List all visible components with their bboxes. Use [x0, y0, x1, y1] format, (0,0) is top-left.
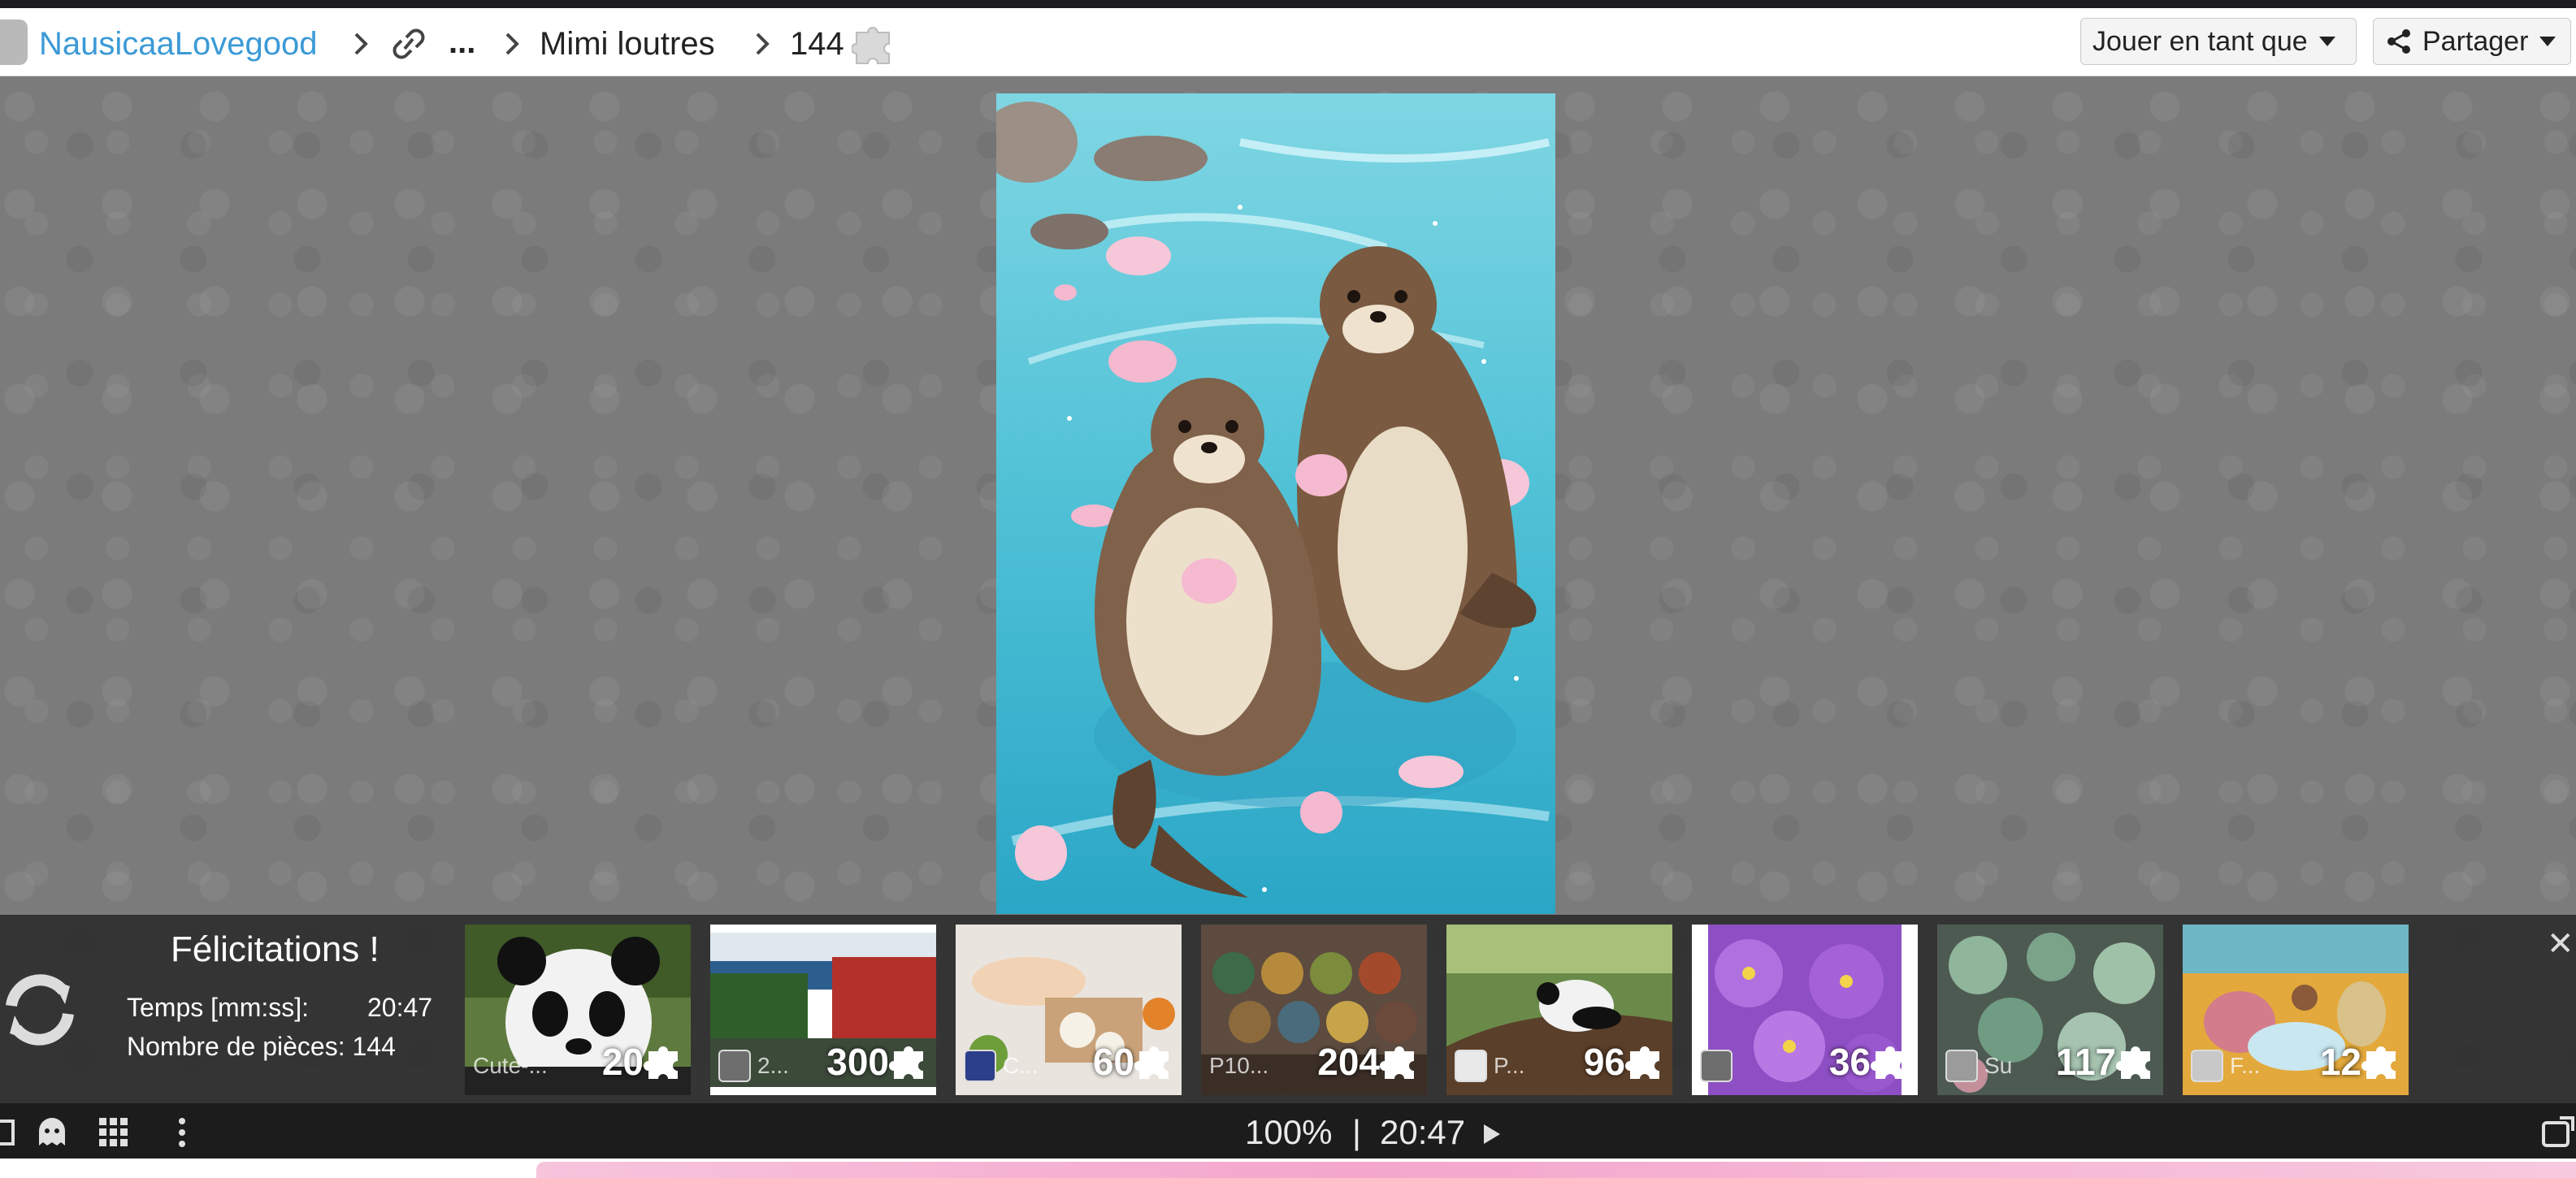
puzzle-piece-icon: [1871, 1046, 1905, 1079]
puzzle-piece-icon: [852, 27, 890, 64]
window-top-strip: [0, 0, 2576, 8]
puzzle-piece-icon: [1380, 1046, 1414, 1079]
chevron-right-icon: [756, 32, 770, 55]
zoom-level[interactable]: 100%: [1245, 1113, 1332, 1152]
thumbnail-piece-count: 96: [1583, 1041, 1625, 1083]
thumbnail-owner-avatar: [1945, 1050, 1978, 1082]
thumbnail-piece-count: 60: [1092, 1041, 1134, 1083]
suggested-puzzle[interactable]: Cute-... 20: [465, 925, 691, 1095]
breadcrumb-ellipsis[interactable]: ...: [449, 23, 475, 62]
play-icon[interactable]: [1482, 1123, 1502, 1146]
status-bar: 100% | 20:47: [0, 1103, 2576, 1159]
time-value: 20:47: [367, 993, 433, 1022]
thumbnail-owner: Cute-...: [473, 1053, 548, 1078]
bottom-pink-glow: [536, 1162, 2576, 1178]
thumbnail-piece-count: 36: [1828, 1041, 1871, 1083]
thumbnail-owner: C...: [1003, 1053, 1039, 1078]
puzzle-piece-icon: [889, 1046, 923, 1079]
breadcrumb-album-title[interactable]: Mimi loutres: [540, 24, 715, 63]
chevron-right-icon: [354, 32, 368, 55]
thumbnail-piece-count: 117: [2055, 1041, 2116, 1083]
thumbnail-owner-avatar: [964, 1050, 996, 1082]
thumbnail-owner: 2...: [757, 1053, 789, 1078]
thumbnail-piece-count: 300: [826, 1041, 889, 1083]
close-icon[interactable]: ✕: [2547, 928, 2574, 960]
panel-toggle-icon[interactable]: [0, 1115, 20, 1150]
puzzle-piece-icon: [1134, 1046, 1169, 1079]
more-icon[interactable]: [164, 1115, 200, 1150]
breadcrumb-piece-count: 144: [790, 26, 844, 62]
share-dropdown[interactable]: Partager: [2373, 18, 2571, 65]
suggested-puzzle[interactable]: 2... 300: [710, 925, 936, 1095]
link-icon[interactable]: [388, 28, 429, 60]
ghost-image-icon[interactable]: [34, 1115, 70, 1150]
suggested-puzzle[interactable]: 36: [1692, 925, 1918, 1095]
header-bar: NausicaaLovegood ... Mimi loutres 144 Jo…: [0, 8, 2576, 76]
thumbnail-owner-avatar: [1455, 1050, 1487, 1082]
share-icon: [2387, 29, 2410, 54]
time-label: Temps [mm:ss]:: [127, 993, 310, 1022]
fullscreen-icon[interactable]: [2540, 1115, 2576, 1150]
suggested-puzzle[interactable]: P... 96: [1446, 925, 1672, 1095]
puzzle-piece-icon: [644, 1046, 678, 1079]
thumbnail-piece-count: 204: [1317, 1041, 1380, 1083]
thumbnail-owner: P10...: [1209, 1053, 1269, 1078]
completed-puzzle-image[interactable]: [996, 93, 1555, 914]
congrats-panel: Félicitations ! Temps [mm:ss]: 20:47 Nom…: [0, 915, 2576, 1103]
play-as-dropdown[interactable]: Jouer en tant que: [2080, 18, 2357, 65]
suggested-puzzle[interactable]: F... 12: [2183, 925, 2409, 1095]
timer: 20:47: [1380, 1113, 1466, 1151]
thumbnail-owner-avatar: [1700, 1050, 1733, 1082]
suggested-puzzle[interactable]: P10... 204: [1201, 925, 1427, 1095]
thumbnail-owner-avatar: [718, 1050, 751, 1082]
thumbnail-owner: P...: [1494, 1053, 1525, 1078]
suggested-puzzle[interactable]: C... 60: [956, 925, 1182, 1095]
thumbnail-piece-count: 20: [601, 1041, 644, 1083]
piece-count-label: Nombre de pièces: 144: [127, 1032, 396, 1061]
puzzle-piece-icon: [1625, 1046, 1659, 1079]
grid-icon[interactable]: [96, 1115, 132, 1150]
thumbnail-piece-count: 12: [2319, 1041, 2361, 1083]
refresh-icon[interactable]: [0, 965, 85, 1055]
suggested-puzzle[interactable]: Su 117: [1937, 925, 2163, 1095]
breadcrumb-user-link[interactable]: NausicaaLovegood: [39, 24, 317, 63]
bottom-strip: [0, 1159, 2576, 1178]
status-separator: |: [1352, 1113, 1361, 1151]
user-avatar[interactable]: [0, 19, 28, 65]
thumbnail-owner-avatar: [2191, 1050, 2223, 1082]
congrats-title: Félicitations !: [171, 929, 379, 969]
puzzle-piece-icon: [2116, 1046, 2150, 1079]
puzzle-piece-icon: [2361, 1046, 2396, 1079]
play-as-label: Jouer en tant que: [2092, 25, 2308, 57]
thumbnail-owner: F...: [2230, 1053, 2261, 1078]
share-label: Partager: [2422, 25, 2529, 57]
thumbnail-owner: Su: [1984, 1053, 2013, 1078]
caret-down-icon: [2539, 37, 2556, 46]
chevron-right-icon: [505, 32, 519, 55]
caret-down-icon: [2318, 37, 2335, 46]
